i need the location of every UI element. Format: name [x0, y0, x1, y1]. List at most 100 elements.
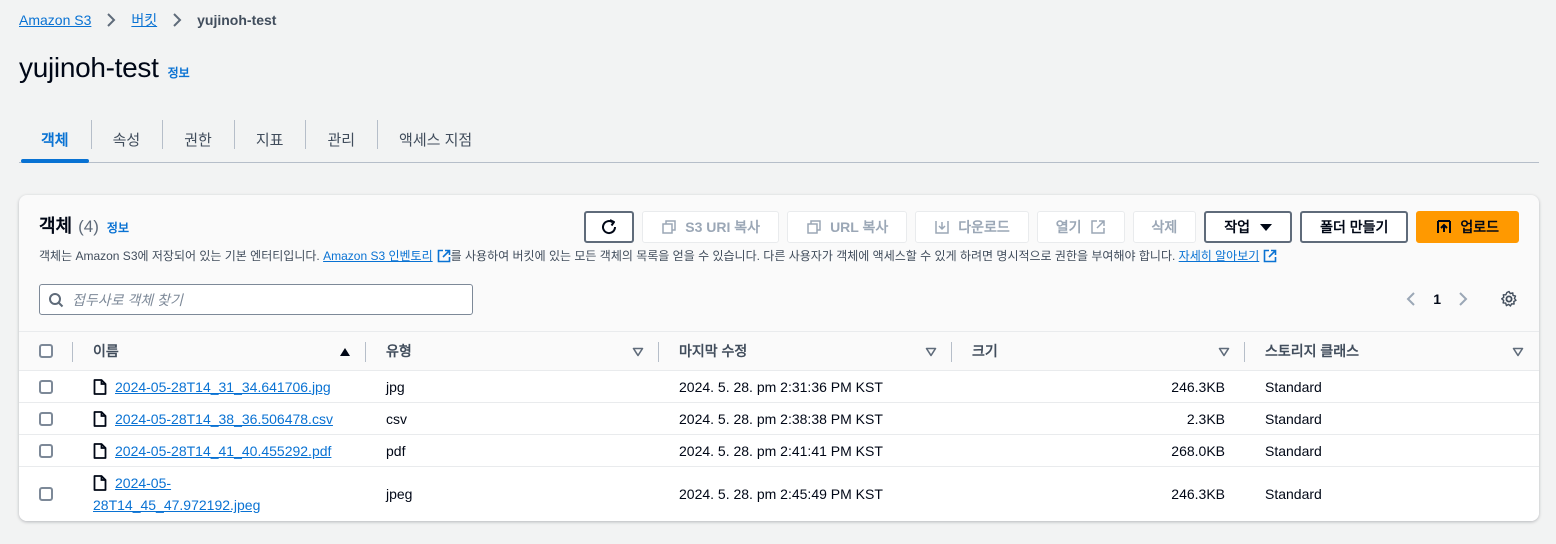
object-name-link[interactable]: 2024-05-28T14_31_34.641706.jpg: [115, 376, 331, 398]
row-checkbox[interactable]: [39, 443, 53, 458]
breadcrumb-buckets[interactable]: 버킷: [131, 10, 157, 30]
row-checkbox-cell: [19, 443, 73, 458]
tab-metrics[interactable]: 지표: [233, 117, 306, 162]
upload-label: 업로드: [1460, 219, 1499, 235]
storage-class-cell: Standard: [1265, 442, 1322, 459]
next-page-button[interactable]: [1453, 289, 1473, 309]
object-name-link-continued[interactable]: 28T14_45_47.972192.jpeg: [93, 494, 260, 516]
modified-cell: 2024. 5. 28. pm 2:31:36 PM KST: [679, 378, 883, 395]
panel-description: 객체는 Amazon S3에 저장되어 있는 기본 엔터티입니다. Amazon…: [39, 247, 1277, 264]
description-text-2: 를 사용하여 버킷에 있는 모든 객체의 목록을 얻을 수 있습니다. 다른 사…: [450, 249, 1179, 263]
table-row[interactable]: 2024-05-28T14_31_34.641706.jpg jpg 2024.…: [19, 371, 1539, 403]
file-icon: [93, 442, 107, 459]
pagination: 1: [1401, 289, 1519, 309]
description-text-1: 객체는 Amazon S3에 저장되어 있는 기본 엔터티입니다.: [39, 249, 324, 263]
tab-access-points[interactable]: 액세스 지점: [377, 117, 494, 162]
info-link[interactable]: 정보: [168, 64, 190, 81]
page-header: yujinoh-test 정보: [19, 52, 190, 84]
file-icon: [93, 475, 107, 491]
inventory-link[interactable]: Amazon S3 인벤토리: [323, 247, 451, 264]
type-cell: pdf: [386, 442, 406, 459]
breadcrumb-amazon-s3[interactable]: Amazon S3: [19, 12, 91, 28]
modified-cell: 2024. 5. 28. pm 2:38:38 PM KST: [679, 410, 883, 427]
copy-s3-uri-label: S3 URI 복사: [685, 219, 761, 235]
create-folder-label: 폴더 만들기: [1320, 219, 1389, 235]
object-name-link[interactable]: 2024-05-: [115, 472, 171, 494]
open-button[interactable]: 열기: [1036, 211, 1125, 243]
chevron-right-icon: [103, 12, 119, 28]
search-icon: [48, 292, 64, 308]
table-row[interactable]: 2024-05- 28T14_45_47.972192.jpeg jpeg 20…: [19, 467, 1539, 521]
panel-info-link[interactable]: 정보: [107, 219, 129, 236]
delete-label: 삭제: [1151, 219, 1178, 235]
copy-icon: [661, 219, 677, 235]
search-box[interactable]: [39, 284, 473, 315]
refresh-button[interactable]: [584, 211, 635, 243]
current-page[interactable]: 1: [1433, 291, 1441, 307]
delete-button[interactable]: 삭제: [1132, 211, 1197, 243]
select-all-checkbox[interactable]: [39, 344, 53, 358]
gear-icon[interactable]: [1499, 289, 1519, 309]
prev-page-button[interactable]: [1401, 289, 1421, 309]
row-checkbox[interactable]: [39, 379, 53, 394]
column-type-label: 유형: [386, 343, 412, 359]
sort-icon: [1217, 345, 1231, 359]
storage-class-cell: Standard: [1265, 378, 1322, 395]
tab-properties[interactable]: 속성: [90, 117, 163, 162]
copy-url-button[interactable]: URL 복사: [787, 211, 908, 243]
type-cell: jpg: [386, 378, 405, 395]
table-row[interactable]: 2024-05-28T14_38_36.506478.csv csv 2024.…: [19, 403, 1539, 435]
name-cell: 2024-05- 28T14_45_47.972192.jpeg: [73, 472, 366, 516]
object-name-link[interactable]: 2024-05-28T14_41_40.455292.pdf: [115, 440, 331, 462]
column-modified-label: 마지막 수정: [679, 343, 748, 359]
download-button[interactable]: 다운로드: [915, 211, 1029, 243]
breadcrumb-current: yujinoh-test: [197, 12, 277, 28]
row-checkbox-cell: [19, 411, 73, 426]
row-checkbox[interactable]: [39, 411, 53, 426]
copy-url-label: URL 복사: [830, 219, 889, 235]
column-header-name[interactable]: 이름: [73, 332, 366, 370]
row-checkbox-cell: [19, 487, 73, 501]
column-header-type[interactable]: 유형: [366, 332, 659, 370]
tab-permissions[interactable]: 권한: [162, 117, 234, 162]
size-cell: 246.3KB: [1171, 486, 1225, 502]
column-header-storage-class[interactable]: 스토리지 클래스: [1245, 332, 1539, 370]
upload-icon: [1436, 219, 1452, 235]
inventory-link-label: Amazon S3 인벤토리: [323, 249, 433, 263]
breadcrumb: Amazon S3 버킷 yujinoh-test: [19, 10, 276, 30]
chevron-right-icon: [169, 12, 185, 28]
search-input[interactable]: [72, 291, 452, 308]
column-size-label: 크기: [972, 343, 998, 359]
object-count: (4): [78, 217, 99, 236]
upload-button[interactable]: 업로드: [1416, 211, 1519, 243]
modified-cell: 2024. 5. 28. pm 2:45:49 PM KST: [679, 486, 883, 502]
sort-ascending-icon: [338, 345, 352, 359]
storage-class-cell: Standard: [1265, 486, 1322, 502]
copy-icon: [806, 219, 822, 235]
tab-objects[interactable]: 객체: [19, 117, 91, 163]
download-label: 다운로드: [958, 219, 1010, 235]
copy-s3-uri-button[interactable]: S3 URI 복사: [642, 211, 780, 243]
actions-dropdown[interactable]: 작업: [1204, 211, 1293, 243]
size-cell: 268.0KB: [1171, 442, 1225, 459]
name-cell: 2024-05-28T14_41_40.455292.pdf: [73, 440, 366, 462]
create-folder-button[interactable]: 폴더 만들기: [1300, 211, 1409, 243]
page-title: yujinoh-test: [19, 52, 159, 83]
object-name-link[interactable]: 2024-05-28T14_38_36.506478.csv: [115, 408, 333, 430]
learn-more-link[interactable]: 자세히 알아보기: [1179, 247, 1278, 264]
modified-cell: 2024. 5. 28. pm 2:41:41 PM KST: [679, 442, 883, 459]
open-label: 열기: [1055, 219, 1082, 235]
objects-table: 이름 유형 마지막 수정 크기 스토리지 클래스 2024-05-28T14_3…: [19, 331, 1539, 521]
column-header-size[interactable]: 크기: [952, 332, 1245, 370]
objects-panel: 객체 (4) 정보 S3 URI 복사 URL 복사 다운로드 열기 삭제 작업…: [19, 195, 1539, 521]
type-cell: jpeg: [386, 486, 413, 502]
row-checkbox[interactable]: [39, 487, 53, 501]
name-cell: 2024-05-28T14_31_34.641706.jpg: [73, 376, 366, 398]
tab-management[interactable]: 관리: [305, 117, 377, 162]
column-header-modified[interactable]: 마지막 수정: [659, 332, 952, 370]
actions-label: 작업: [1224, 219, 1251, 235]
column-name-label: 이름: [93, 343, 119, 359]
refresh-icon: [600, 218, 618, 236]
row-checkbox-cell: [19, 379, 73, 394]
table-row[interactable]: 2024-05-28T14_41_40.455292.pdf pdf 2024.…: [19, 435, 1539, 467]
